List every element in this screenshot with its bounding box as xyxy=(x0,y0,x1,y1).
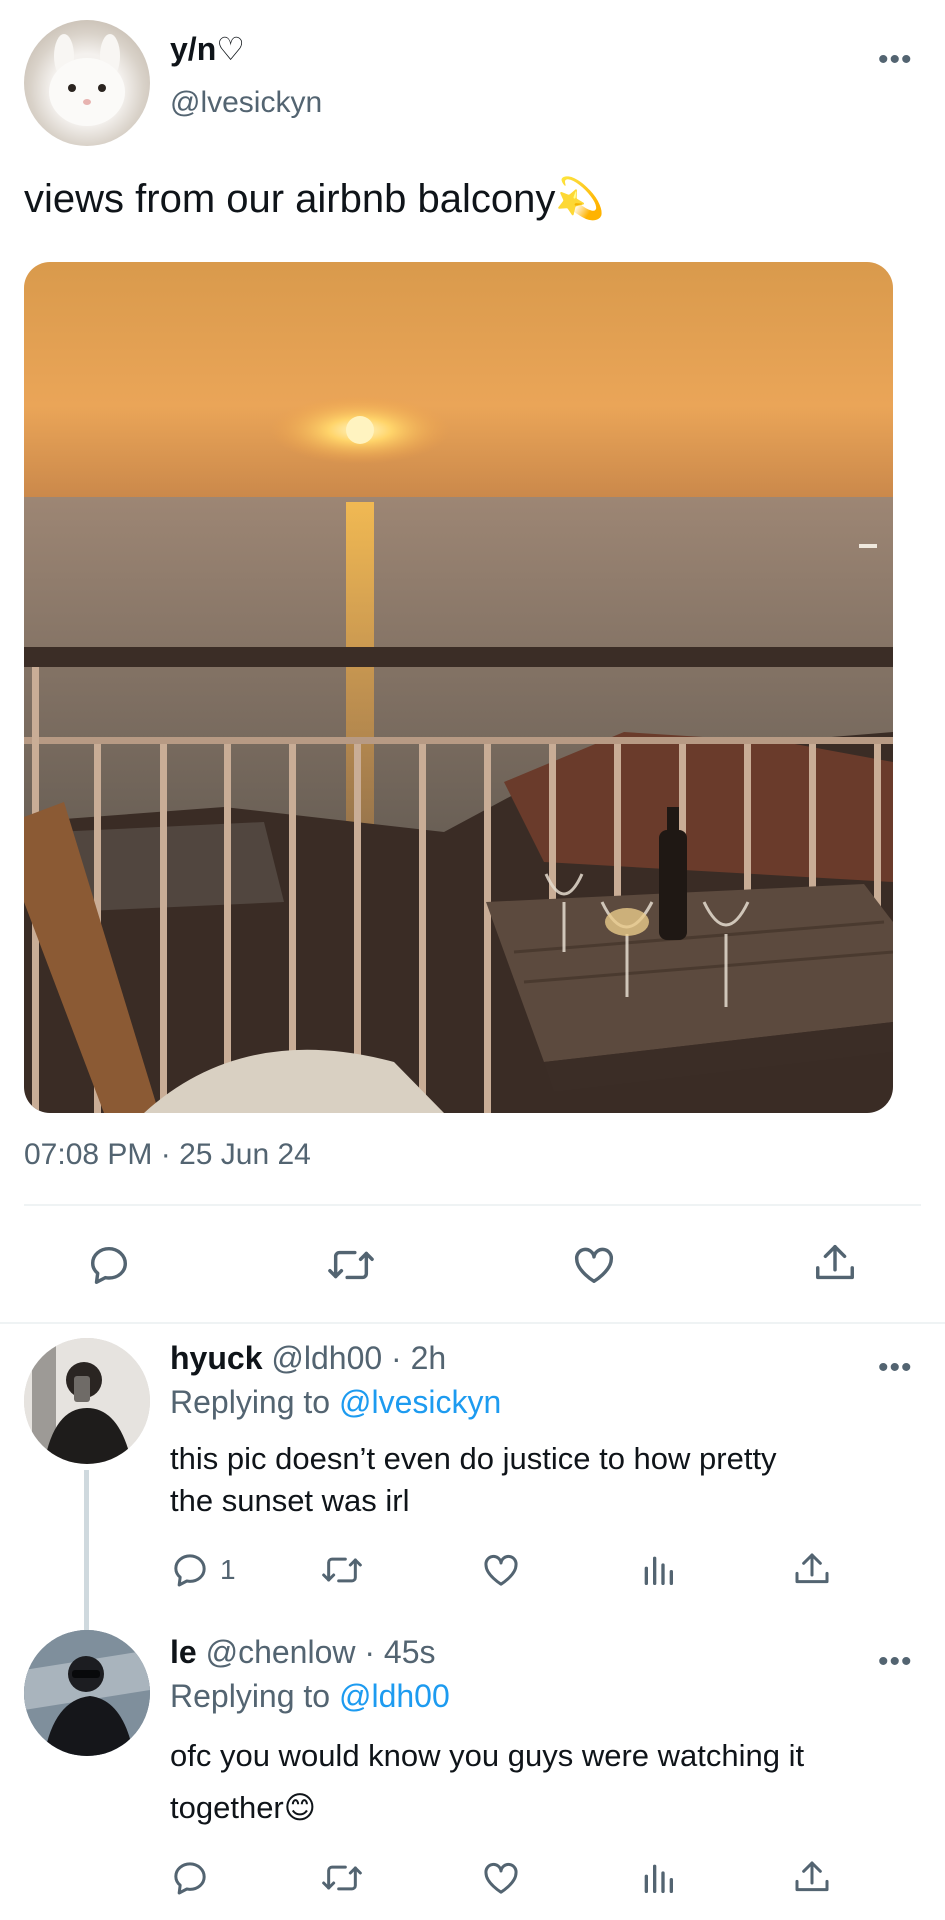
share-icon[interactable] xyxy=(792,1858,832,1898)
reply-text: this pic doesn’t even do justice to how … xyxy=(170,1438,777,1522)
analytics-icon[interactable] xyxy=(638,1858,678,1898)
divider xyxy=(0,1322,945,1324)
handle[interactable]: @lvesickyn xyxy=(170,86,322,120)
more-options-icon[interactable]: ••• xyxy=(878,1353,913,1383)
reply-icon[interactable] xyxy=(170,1550,210,1590)
share-icon[interactable] xyxy=(812,1240,858,1288)
replying-to: Replying to @ldh00 xyxy=(170,1678,450,1715)
reply-header: le @chenlow · 45s xyxy=(170,1634,436,1671)
retweet-icon[interactable] xyxy=(320,1858,364,1898)
more-options-icon[interactable]: ••• xyxy=(878,1647,913,1677)
reply-text-line: this pic doesn’t even do justice to how … xyxy=(170,1441,777,1476)
replying-to-label: Replying to xyxy=(170,1678,331,1714)
reply-text-line: ofc you would know you guys were watchin… xyxy=(170,1738,805,1773)
like-icon[interactable] xyxy=(570,1242,618,1288)
thread-line xyxy=(84,1470,89,1630)
retweet-icon[interactable] xyxy=(320,1550,364,1590)
bunny-avatar-image xyxy=(49,34,125,126)
like-icon[interactable] xyxy=(480,1858,522,1898)
reply-display-name[interactable]: le xyxy=(170,1634,197,1670)
like-icon[interactable] xyxy=(480,1550,522,1590)
sunset-balcony-image xyxy=(24,262,893,1113)
replying-to-handle[interactable]: @ldh00 xyxy=(339,1678,450,1714)
display-name[interactable]: y/n♡ xyxy=(170,30,245,68)
retweet-icon[interactable] xyxy=(326,1242,376,1288)
reply-count: 1 xyxy=(220,1554,236,1585)
replying-to-label: Replying to xyxy=(170,1384,331,1420)
tweet-photo[interactable] xyxy=(24,262,893,1113)
divider xyxy=(24,1204,921,1206)
avatar[interactable] xyxy=(24,1338,150,1464)
reply-handle-time[interactable]: @ldh00 · 2h xyxy=(271,1340,446,1376)
tweet-timestamp[interactable]: 07:08 PM · 25 Jun 24 xyxy=(24,1138,311,1172)
more-options-icon[interactable]: ••• xyxy=(878,45,913,75)
reply-display-name[interactable]: hyuck xyxy=(170,1340,262,1376)
reply-icon[interactable] xyxy=(170,1858,210,1898)
le-avatar-image xyxy=(24,1630,150,1756)
reply-text: ofc you would know you guys were watchin… xyxy=(170,1730,804,1834)
share-icon[interactable] xyxy=(792,1550,832,1590)
avatar[interactable] xyxy=(24,20,150,146)
reply-handle-time[interactable]: @chenlow · 45s xyxy=(206,1634,436,1670)
reply-header: hyuck @ldh00 · 2h xyxy=(170,1340,446,1377)
reply-text-line: the sunset was irl xyxy=(170,1483,410,1518)
reply-icon[interactable] xyxy=(86,1242,132,1288)
reply-text-line: together😊 xyxy=(170,1790,317,1825)
avatar[interactable] xyxy=(24,1630,150,1756)
replying-to: Replying to @lvesickyn xyxy=(170,1384,501,1421)
analytics-icon[interactable] xyxy=(638,1550,678,1590)
replying-to-handle[interactable]: @lvesickyn xyxy=(339,1384,501,1420)
tweet-text: views from our airbnb balcony💫 xyxy=(24,177,606,221)
hyuck-avatar-image xyxy=(24,1338,150,1464)
